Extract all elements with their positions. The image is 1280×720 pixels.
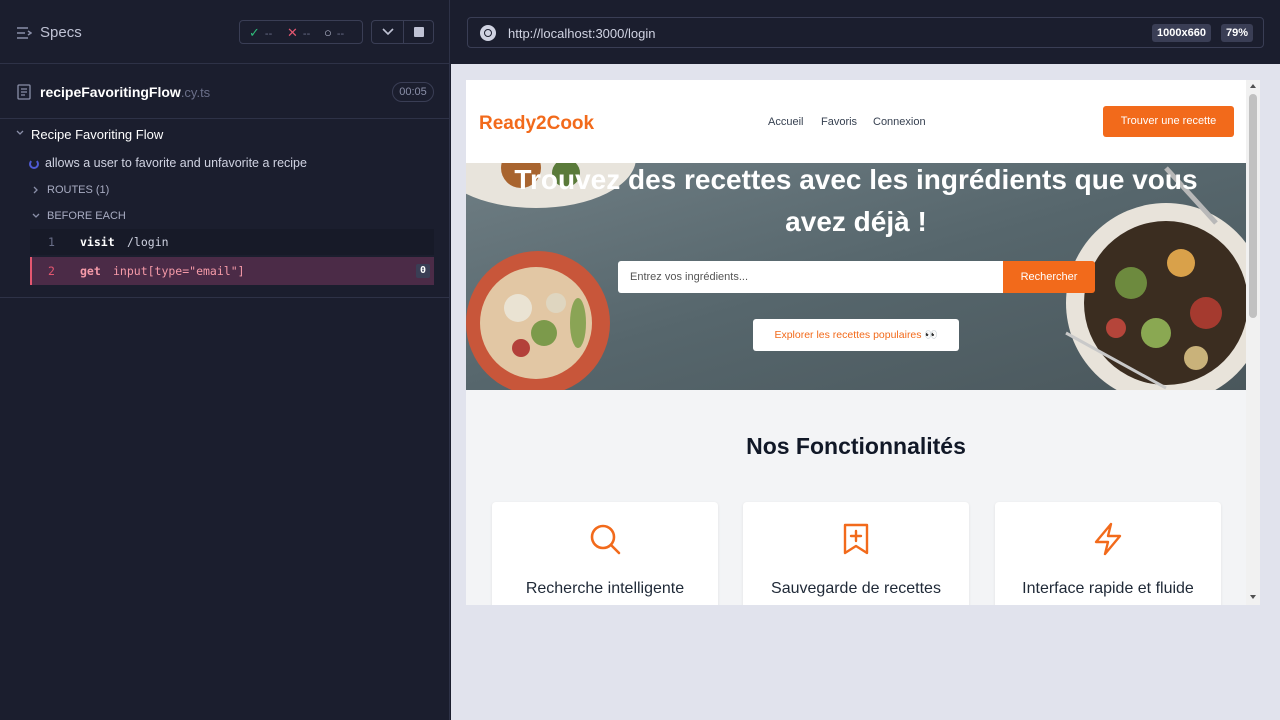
specs-header: Specs ✓ -- ✕ -- ○ -- (0, 0, 450, 64)
duration-badge: 00:05 (392, 82, 434, 102)
suite-row[interactable]: Recipe Favoriting Flow (0, 120, 450, 148)
lightning-icon (1094, 522, 1122, 556)
app-header: Ready2Cook Accueil Favoris Connexion Tro… (466, 80, 1246, 163)
chevron-down-icon[interactable] (380, 26, 396, 38)
feature-title: Sauvegarde de recettes (771, 580, 941, 597)
test-stats: ✓ -- ✕ -- ○ -- (239, 20, 363, 44)
scrollbar-thumb[interactable] (1249, 94, 1257, 318)
url-bar[interactable]: http://localhost:3000/login 1000x660 79% (467, 17, 1264, 48)
command-number: 2 (48, 264, 55, 278)
reporter-panel: Specs ✓ -- ✕ -- ○ -- recipeFavoritingFlow.c… (0, 0, 450, 720)
divider (0, 297, 450, 298)
hero-title: Trouvez des recettes avec les ingrédient… (514, 164, 1198, 237)
command-row-active[interactable]: 2 get input[type="email"] 0 (30, 257, 434, 285)
scroll-up-arrow-icon[interactable] (1250, 84, 1256, 88)
command-name: visit (80, 235, 115, 249)
check-icon: ✓ (249, 25, 260, 40)
chevron-down-icon (16, 130, 24, 135)
zoom-badge[interactable]: 79% (1221, 24, 1254, 42)
divider (403, 21, 404, 43)
passed-count: ✓ -- (249, 25, 272, 41)
nav-link-home[interactable]: Accueil (768, 116, 803, 128)
stop-icon[interactable] (414, 27, 424, 37)
nav-link-login[interactable]: Connexion (873, 116, 926, 128)
scrollbar[interactable] (1246, 80, 1260, 605)
feature-title: Recherche intelligente (525, 580, 685, 597)
command-arg: input[type="email"] (113, 264, 245, 278)
file-extension: .cy.ts (180, 85, 211, 100)
bookmark-plus-icon (843, 523, 869, 555)
feature-card: Recherche intelligente (492, 502, 718, 605)
command-number: 1 (48, 235, 55, 249)
passed-value: -- (264, 28, 273, 40)
pending-value: -- (336, 28, 345, 40)
search-icon (590, 524, 621, 555)
logo[interactable]: Ready2Cook (479, 113, 594, 135)
test-title: allows a user to favorite and unfavorite… (45, 156, 307, 170)
before-each-section[interactable]: BEFORE EACH (0, 204, 450, 228)
test-row[interactable]: allows a user to favorite and unfavorite… (0, 150, 450, 176)
document-icon (17, 84, 31, 100)
feature-card: Sauvegarde de recettes (743, 502, 969, 605)
command-row[interactable]: 1 visit /login (30, 229, 434, 255)
selector-playground-icon[interactable] (480, 25, 496, 41)
specs-list-icon[interactable] (16, 25, 32, 41)
command-name: get (80, 264, 101, 278)
find-recipe-button[interactable]: Trouver une recette (1103, 106, 1234, 137)
spec-file-name: recipeFavoritingFlow.cy.ts (40, 84, 210, 100)
suite-title: Recipe Favoriting Flow (31, 127, 164, 142)
spinner-icon: ○ (324, 25, 332, 40)
element-count-badge: 0 (416, 264, 430, 278)
scroll-down-arrow-icon[interactable] (1250, 595, 1256, 599)
failed-count: ✕ -- (287, 25, 310, 41)
ingredients-search-input[interactable] (618, 261, 1004, 293)
aut-area: http://localhost:3000/login 1000x660 79%… (451, 0, 1280, 720)
command-arg: /login (127, 235, 169, 249)
pending-count: ○ -- (324, 25, 344, 40)
nav-link-favorites[interactable]: Favoris (821, 116, 857, 128)
features-section: Nos Fonctionnalités Recherche intelligen… (466, 390, 1246, 605)
feature-card: Interface rapide et fluide (995, 502, 1221, 605)
explore-popular-button[interactable]: Explorer les recettes populaires 👀 (753, 319, 959, 351)
routes-section[interactable]: ROUTES (1) (0, 178, 450, 202)
feature-title: Interface rapide et fluide (1022, 580, 1194, 597)
browser-toolbar: http://localhost:3000/login 1000x660 79% (451, 0, 1280, 64)
specs-title[interactable]: Specs (40, 24, 82, 41)
before-each-label: BEFORE EACH (47, 210, 126, 222)
features-title: Nos Fonctionnalités (746, 433, 966, 459)
routes-label: ROUTES (1) (47, 184, 110, 196)
hero-section: Trouvez des recettes avec les ingrédient… (466, 163, 1246, 390)
cross-icon: ✕ (287, 25, 298, 40)
running-spinner-icon (29, 159, 39, 169)
url-text: http://localhost:3000/login (508, 26, 656, 41)
failed-value: -- (302, 28, 311, 40)
chevron-right-icon (33, 186, 38, 194)
spec-file-row[interactable]: recipeFavoritingFlow.cy.ts 00:05 (0, 65, 450, 119)
run-controls (371, 20, 434, 44)
search-button[interactable]: Rechercher (1003, 261, 1095, 293)
app-iframe: Ready2Cook Accueil Favoris Connexion Tro… (466, 80, 1260, 605)
chevron-down-icon (32, 213, 40, 218)
viewport-badge[interactable]: 1000x660 (1152, 24, 1211, 42)
file-basename: recipeFavoritingFlow (40, 84, 181, 100)
